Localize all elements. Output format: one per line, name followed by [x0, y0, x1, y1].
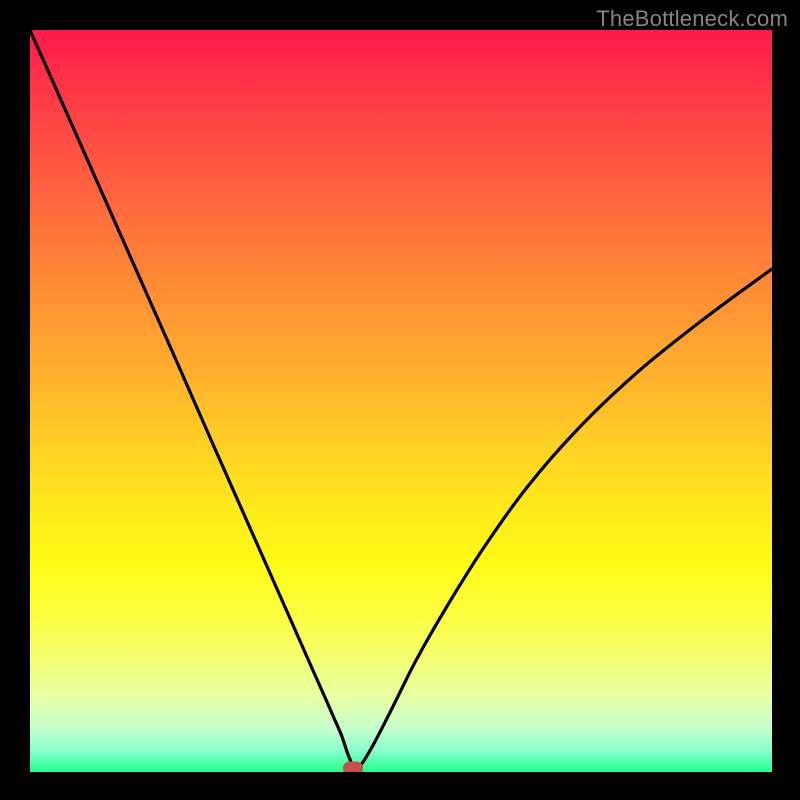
optimum-marker	[343, 761, 363, 772]
attribution-watermark: TheBottleneck.com	[596, 6, 788, 32]
bottleneck-curve	[30, 30, 772, 772]
plot-area	[30, 30, 772, 772]
chart-frame: TheBottleneck.com	[0, 0, 800, 800]
